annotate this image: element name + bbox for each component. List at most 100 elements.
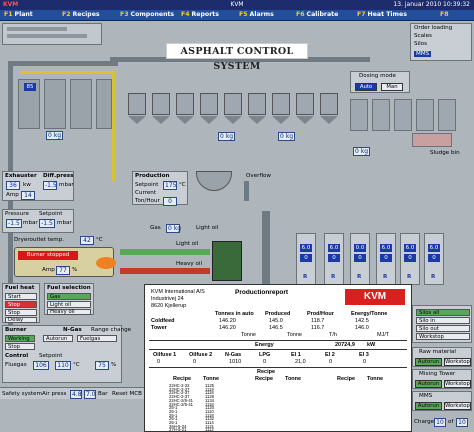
aggregate-hopper <box>296 93 314 115</box>
dryer-amp-label: Amp <box>42 267 55 273</box>
production-report: KVM International A/S Industrivej 24 862… <box>144 284 412 432</box>
production-setpoint-value[interactable]: 175 <box>163 181 177 190</box>
raw-workstop-button[interactable]: Workstop <box>444 358 471 366</box>
status-line <box>7 34 87 38</box>
bitumen-tank[interactable]: 6.0 0 R <box>400 233 420 285</box>
reset-mcb-button[interactable]: Reset MCB <box>112 391 142 397</box>
burner-title: Burner <box>5 327 27 333</box>
legend-silo-in[interactable]: Silo in <box>416 317 470 324</box>
heavy-oil-label: Heavy oil <box>176 261 203 267</box>
menu-recipes[interactable]: F2 Recipes <box>62 11 100 18</box>
hopper-cone <box>176 116 194 124</box>
fuel-gas[interactable]: Gas <box>47 293 91 300</box>
diffpress-value: -1.5 <box>43 181 57 190</box>
mms-autorun-button[interactable]: Autorun <box>415 402 442 410</box>
burner-autorun[interactable]: Autorun <box>43 335 73 342</box>
menu-calibrate[interactable]: F6 Calibrate <box>296 11 338 18</box>
dosing-mode-title: Dosing mode <box>359 73 396 79</box>
mms-workstop-button[interactable]: Workstop <box>444 402 471 410</box>
charge-value: 10 <box>434 418 446 427</box>
tank-setpoint: 0 <box>380 254 392 262</box>
hopper-cone <box>272 116 290 124</box>
fuel-light-oil[interactable]: Light oil <box>47 301 91 308</box>
fuel-heavy-oil[interactable]: Heavy oil <box>47 309 91 315</box>
heavy-oil-pipe <box>120 268 210 274</box>
menu-reports[interactable]: F4 Reports <box>181 11 219 18</box>
overflow-chute <box>244 181 249 201</box>
legend-silos-all[interactable]: Silos all <box>416 309 470 316</box>
yellow-pipe <box>20 71 115 74</box>
bar-unit: Bar <box>98 391 108 397</box>
dosing-mode-panel: Dosing mode Auto Man <box>350 71 410 93</box>
fluegas-unit: °C <box>73 362 80 368</box>
mix-autorun-button[interactable]: Autorun <box>415 380 442 388</box>
burner-stop[interactable]: Stop <box>5 343 35 350</box>
pressure-value: -1.5 <box>6 219 22 228</box>
amp-label: Amp <box>6 192 19 198</box>
silos-label: Silos <box>414 41 427 47</box>
menu-alarms[interactable]: F5 Alarms <box>239 11 274 18</box>
bitumen-tank[interactable]: 6.0 0 R <box>324 233 344 285</box>
tank-letter: R <box>303 274 308 280</box>
tank-setpoint: 0 <box>300 254 312 262</box>
fuel-heat-delay[interactable]: Delay <box>5 317 37 323</box>
menu-components[interactable]: F3 Components <box>120 11 174 18</box>
burner-fuelgas[interactable]: Fuelgas <box>77 335 117 342</box>
elevator <box>262 211 270 291</box>
pressure-setpoint-value[interactable]: -1.5 <box>39 219 55 228</box>
mms-label[interactable]: MMS <box>414 51 432 57</box>
bitumen-tank[interactable]: 6.0 0 R <box>296 233 316 285</box>
fuel-heat-stop-2[interactable]: Stop <box>5 309 37 316</box>
top-left-status <box>2 23 102 45</box>
legend-silo-out[interactable]: Silo out <box>416 325 470 332</box>
row-tower: Tower <box>151 325 167 331</box>
burner-working[interactable]: Working <box>5 335 35 342</box>
raw-autorun-button[interactable]: Autorun <box>415 358 442 366</box>
dosing-man-button[interactable]: Man <box>381 83 403 91</box>
bitumen-tank[interactable]: 6.0 0 R <box>376 233 396 285</box>
mix-workstop-button[interactable]: Workstop <box>444 380 471 388</box>
report-heading: Productionreport <box>235 289 289 296</box>
mixer <box>196 171 232 191</box>
oil-tank <box>212 241 242 281</box>
filter-unit: 85 <box>18 79 40 129</box>
legend-workstop[interactable]: Workstop <box>416 333 470 340</box>
fluegas-setpoint[interactable]: 110 <box>55 361 71 370</box>
bitumen-tank[interactable]: 0.0 0 R <box>350 233 370 285</box>
menu-heat-times[interactable]: F7 Heat Times <box>357 11 407 18</box>
aggregate-hopper <box>320 93 338 115</box>
flame-icon <box>96 257 116 269</box>
silo <box>350 99 368 131</box>
menu-f8[interactable]: F8 <box>440 11 451 18</box>
exhauster-kw-value: 36 <box>6 181 20 190</box>
recipe-col-1: Recipe <box>173 376 192 382</box>
range-change-title: Range change <box>91 327 132 333</box>
fuel-col-header: LPG <box>259 352 271 358</box>
hopper-cone <box>320 116 338 124</box>
function-key-menu: F1 Plant F2 Recipes F3 Components F4 Reports… <box>0 10 474 21</box>
fuel-heat-stop[interactable]: Stop <box>5 301 37 308</box>
aggregate-hopper <box>248 93 266 115</box>
tank-letter: R <box>383 274 388 280</box>
fuel-col-header: N-Gas <box>225 352 242 358</box>
recipe-tonne: 1112 <box>205 427 214 432</box>
sludge-bin-label: Sludge bin <box>430 150 460 156</box>
recipe-col-5: Recipe <box>337 376 356 382</box>
col-tonnes-auto: Tonnes in auto <box>215 311 254 317</box>
dosing-auto-button[interactable]: Auto <box>355 83 377 91</box>
scale-kg-1: 0 kg <box>218 132 236 141</box>
unit-1: Tonne <box>241 332 256 338</box>
tank-value: 6.0 <box>380 244 392 252</box>
bitumen-tank[interactable]: 6.0 0 R <box>424 233 444 285</box>
company-city: 8620 Kjellerup <box>151 303 187 309</box>
recipe-title: Recipe <box>257 369 276 375</box>
fuel-selection-panel: Fuel selection Gas Light oil Heavy oil <box>44 283 94 315</box>
burner-control-panel: Burner N-Gas Range change Working Stop A… <box>2 325 131 383</box>
raw-material-title: Raw material <box>419 349 456 355</box>
dryer-amp-value: 77 <box>56 266 70 275</box>
cf-val-3: 118.7 <box>311 318 325 324</box>
tank-letter: R <box>431 274 436 280</box>
fuel-heat-start[interactable]: Start <box>5 293 37 300</box>
raw-material-panel: Raw material Autorun Workstop <box>412 347 472 367</box>
menu-plant[interactable]: F1 Plant <box>4 11 33 18</box>
